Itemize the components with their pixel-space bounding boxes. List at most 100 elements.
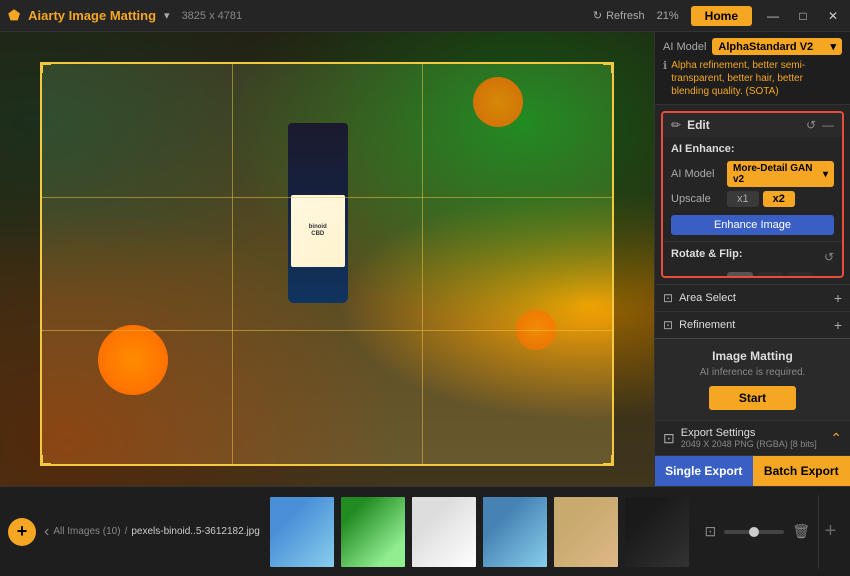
rotate-controls-row: Operate ↺ ⇆ ⇅ <box>671 272 834 278</box>
edit-undo-icon[interactable]: ↺ <box>806 118 816 132</box>
ai-model-label: AI Model <box>663 41 706 53</box>
upscale-options: x1 x2 <box>727 191 795 207</box>
filmstrip-prev-icon[interactable]: ‹ <box>44 523 49 541</box>
crop-grid-v2 <box>422 64 423 464</box>
thumb-bg-7 <box>696 497 697 567</box>
thumb-bg-6 <box>625 497 689 567</box>
area-select-title: Area Select <box>679 292 828 304</box>
image-canvas[interactable]: binoidCBD <box>0 32 654 486</box>
area-select-icon: ⊡ <box>663 291 673 305</box>
crop-overlay[interactable] <box>40 62 614 466</box>
flip-vertical-button[interactable]: ⇅ <box>787 272 813 278</box>
ai-model-description: ℹ Alpha refinement, better semi-transpar… <box>663 59 842 98</box>
start-button[interactable]: Start <box>709 386 796 410</box>
thumb-bg-2 <box>341 497 405 567</box>
filmstrip-zoom-icon[interactable]: ⊡ <box>704 523 716 540</box>
rotate-left-button[interactable]: ↺ <box>727 272 753 278</box>
export-settings-icon: ⊡ <box>663 430 675 447</box>
edit-icon: ✏ <box>671 118 681 132</box>
enhance-image-button[interactable]: Enhance Image <box>671 215 834 235</box>
refinement-icon: ⊡ <box>663 318 673 332</box>
thumb-bg-5 <box>554 497 618 567</box>
refresh-button[interactable]: ↻ Refresh <box>593 9 645 22</box>
edit-header[interactable]: ✏ Edit ↺ — <box>663 113 842 137</box>
crop-grid-v1 <box>232 64 233 464</box>
crop-handle-br[interactable] <box>603 455 613 465</box>
flip-horizontal-button[interactable]: ⇆ <box>757 272 783 278</box>
operate-label: Operate <box>671 277 721 278</box>
ai-enhance-section: AI Enhance: AI Model More-Detail GAN v2 … <box>663 137 842 242</box>
thumbnail-3[interactable] <box>410 495 478 569</box>
crop-handle-bl[interactable] <box>41 455 51 465</box>
refinement-section[interactable]: ⊡ Refinement + <box>655 311 850 338</box>
export-text: Export Settings 2049 X 2048 PNG (RGBA) [… <box>681 427 825 449</box>
filmstrip-bottom-add[interactable]: + <box>818 495 842 569</box>
app-title: Aiarty Image Matting <box>28 8 156 23</box>
export-settings-title: Export Settings <box>681 427 825 439</box>
refinement-add-icon[interactable]: + <box>834 317 842 333</box>
filmstrip-actions: ⊡ 🗑 <box>700 523 814 540</box>
app-dropdown[interactable]: ▾ <box>164 9 170 22</box>
rotate-icons: ↺ ⇆ ⇅ <box>727 272 813 278</box>
thumbnail-1[interactable] <box>268 495 336 569</box>
rotate-undo-icon[interactable]: ↺ <box>824 250 834 264</box>
refresh-icon: ↻ <box>593 9 602 22</box>
edit-title: Edit <box>687 118 800 132</box>
crop-grid-h2 <box>42 330 612 331</box>
crop-grid <box>42 64 612 464</box>
minimize-button[interactable]: — <box>764 7 782 25</box>
filmstrip-delete-icon[interactable]: 🗑 <box>792 523 810 540</box>
batch-export-button[interactable]: Batch Export <box>753 456 850 486</box>
maximize-button[interactable]: □ <box>794 7 812 25</box>
crop-grid-h1 <box>42 197 612 198</box>
thumb-bg-4 <box>483 497 547 567</box>
matting-title: Image Matting <box>663 349 842 363</box>
thumbnail-5[interactable] <box>552 495 620 569</box>
thumbnail-6[interactable] <box>623 495 691 569</box>
thumbnail-4[interactable] <box>481 495 549 569</box>
edit-collapse-icon[interactable]: — <box>822 118 834 132</box>
info-icon: ℹ <box>663 59 667 98</box>
zoom-slider-thumb <box>749 527 759 537</box>
matting-description: AI inference is required. <box>663 367 842 378</box>
canvas-area: binoidCBD <box>0 32 654 486</box>
area-select-section[interactable]: ⊡ Area Select + <box>655 284 850 311</box>
filmstrip-add-button[interactable]: + <box>8 518 36 546</box>
ai-model-bar: AI Model AlphaStandard V2 ▾ ℹ Alpha refi… <box>655 32 850 105</box>
rotate-flip-section: Rotate & Flip: ↺ Operate ↺ ⇆ ⇅ <box>663 242 842 278</box>
ai-model-row: AI Model AlphaStandard V2 ▾ <box>663 38 842 55</box>
titlebar: ⬟ Aiarty Image Matting ▾ 3825 x 4781 ↻ R… <box>0 0 850 32</box>
ai-model-enhance-row: AI Model More-Detail GAN v2 ▾ <box>671 161 834 187</box>
rotate-flip-title: Rotate & Flip: <box>671 248 743 260</box>
image-dimensions: 3825 x 4781 <box>182 10 243 22</box>
main-area: binoidCBD <box>0 32 850 486</box>
thumb-bg-3 <box>412 497 476 567</box>
crop-handle-tl[interactable] <box>41 63 51 73</box>
close-button[interactable]: ✕ <box>824 7 842 25</box>
export-expand-icon[interactable]: ⌃ <box>830 430 842 447</box>
export-settings-meta: 2049 X 2048 PNG (RGBA) [8 bits] <box>681 439 825 449</box>
area-select-add-icon[interactable]: + <box>834 290 842 306</box>
home-button[interactable]: Home <box>691 6 752 26</box>
edit-controls: ↺ — <box>806 118 834 132</box>
ai-model-select[interactable]: AlphaStandard V2 ▾ <box>712 38 842 55</box>
window-controls: ↻ Refresh 21% Home — □ ✕ <box>593 6 842 26</box>
ai-enhance-title: AI Enhance: <box>671 143 834 155</box>
filmstrip: + ‹ All Images (10) / pexels-binoid..5-3… <box>0 486 850 576</box>
crop-handle-tr[interactable] <box>603 63 613 73</box>
thumbnail-7[interactable] <box>694 495 697 569</box>
export-settings: ⊡ Export Settings 2049 X 2048 PNG (RGBA)… <box>655 420 850 455</box>
filmstrip-all-images: All Images (10) <box>53 526 120 537</box>
app-logo-icon: ⬟ <box>8 7 20 24</box>
thumb-bg-1 <box>270 497 334 567</box>
thumbnail-2[interactable] <box>339 495 407 569</box>
filmstrip-images <box>268 495 697 569</box>
ai-enhance-model-dropdown[interactable]: More-Detail GAN v2 ▾ <box>727 161 834 187</box>
single-export-button[interactable]: Single Export <box>655 456 753 486</box>
upscale-x2-button[interactable]: x2 <box>763 191 795 207</box>
zoom-slider[interactable] <box>724 530 784 534</box>
upscale-label: Upscale <box>671 193 721 205</box>
refinement-title: Refinement <box>679 319 828 331</box>
edit-section: ✏ Edit ↺ — AI Enhance: AI Model More-Det… <box>661 111 844 278</box>
upscale-x1-button[interactable]: x1 <box>727 191 759 207</box>
